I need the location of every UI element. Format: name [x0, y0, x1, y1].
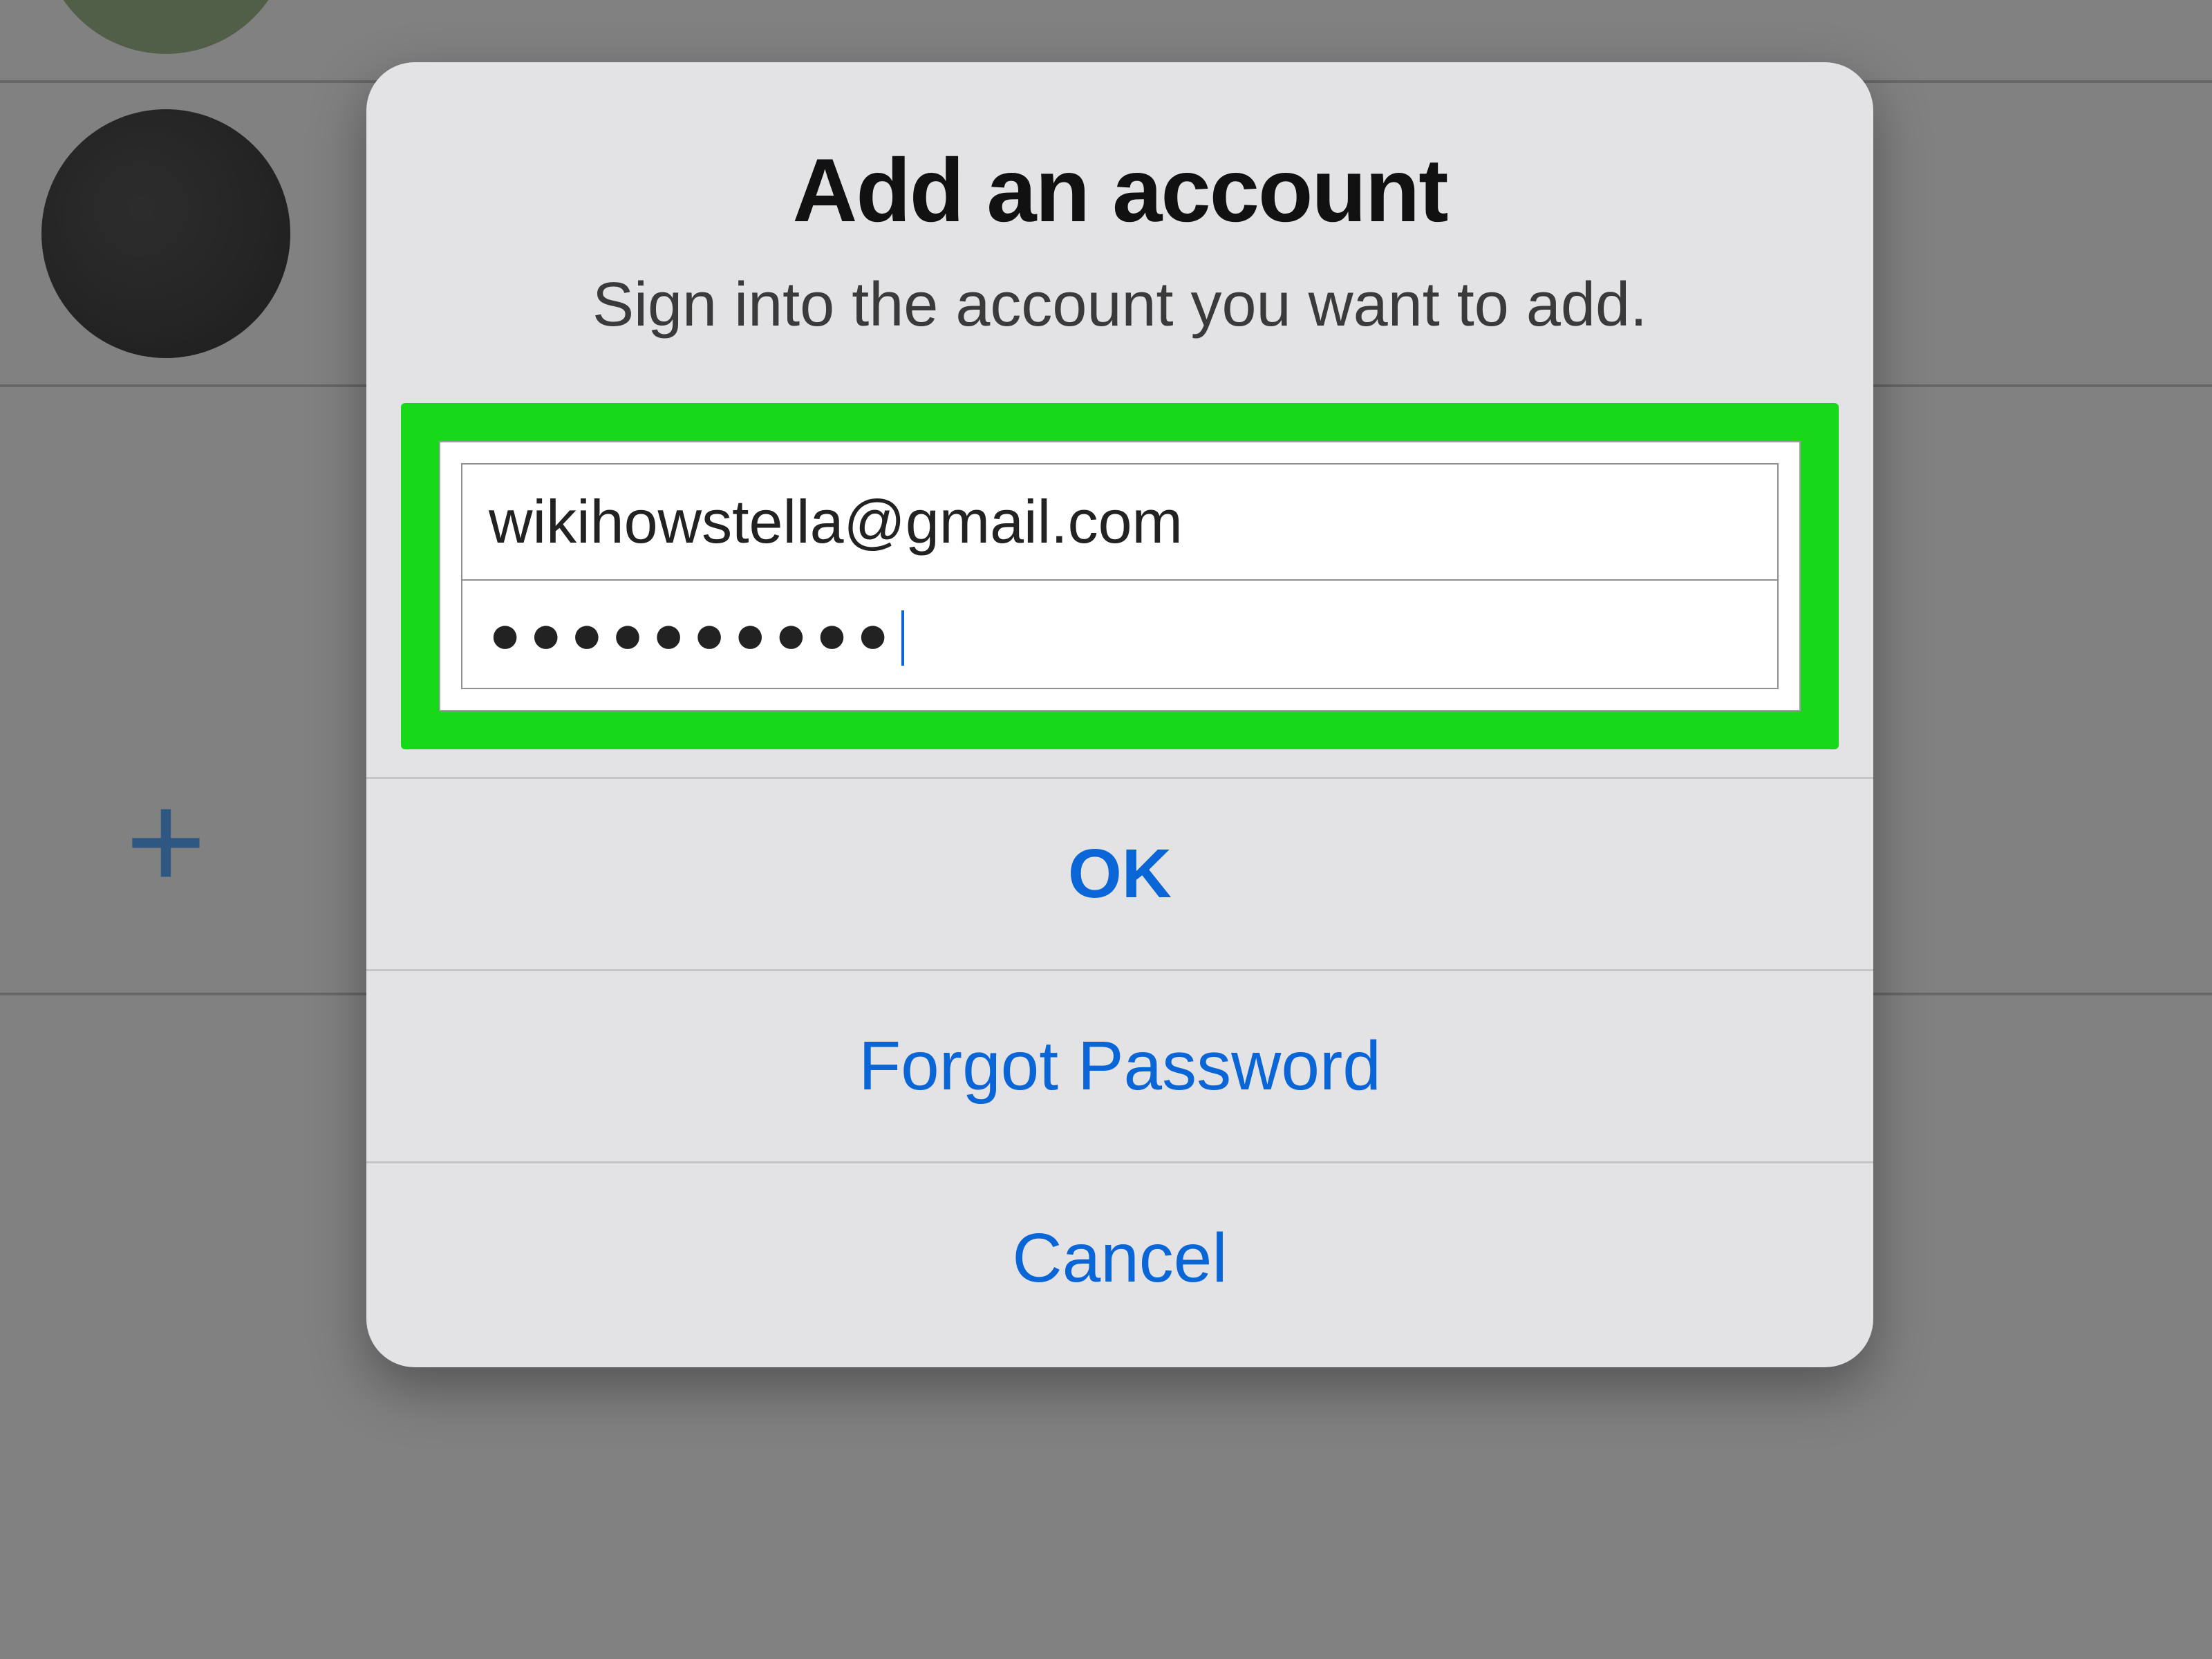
wikihow-avatar-icon: wiki How: [41, 0, 290, 54]
password-mask: ●●●●●●●●●●: [489, 603, 897, 664]
email-field[interactable]: [461, 463, 1779, 581]
credentials-highlight: ●●●●●●●●●●: [401, 403, 1839, 749]
text-caret-icon: [901, 610, 904, 666]
dialog-header: Add an account Sign into the account you…: [366, 62, 1873, 362]
credentials-input-group: ●●●●●●●●●●: [439, 441, 1801, 711]
avatar-icon: [41, 109, 290, 358]
dialog-subtitle: Sign into the account you want to add.: [435, 270, 1804, 341]
plus-icon: +: [97, 773, 235, 911]
password-field[interactable]: ●●●●●●●●●●: [461, 581, 1779, 689]
dialog-title: Add an account: [435, 138, 1804, 242]
ok-button[interactable]: OK: [366, 777, 1873, 969]
add-account-dialog: Add an account Sign into the account you…: [366, 62, 1873, 1367]
cancel-button[interactable]: Cancel: [366, 1161, 1873, 1367]
avatar-text-line2: How: [73, 0, 259, 6]
forgot-password-button[interactable]: Forgot Password: [366, 969, 1873, 1161]
